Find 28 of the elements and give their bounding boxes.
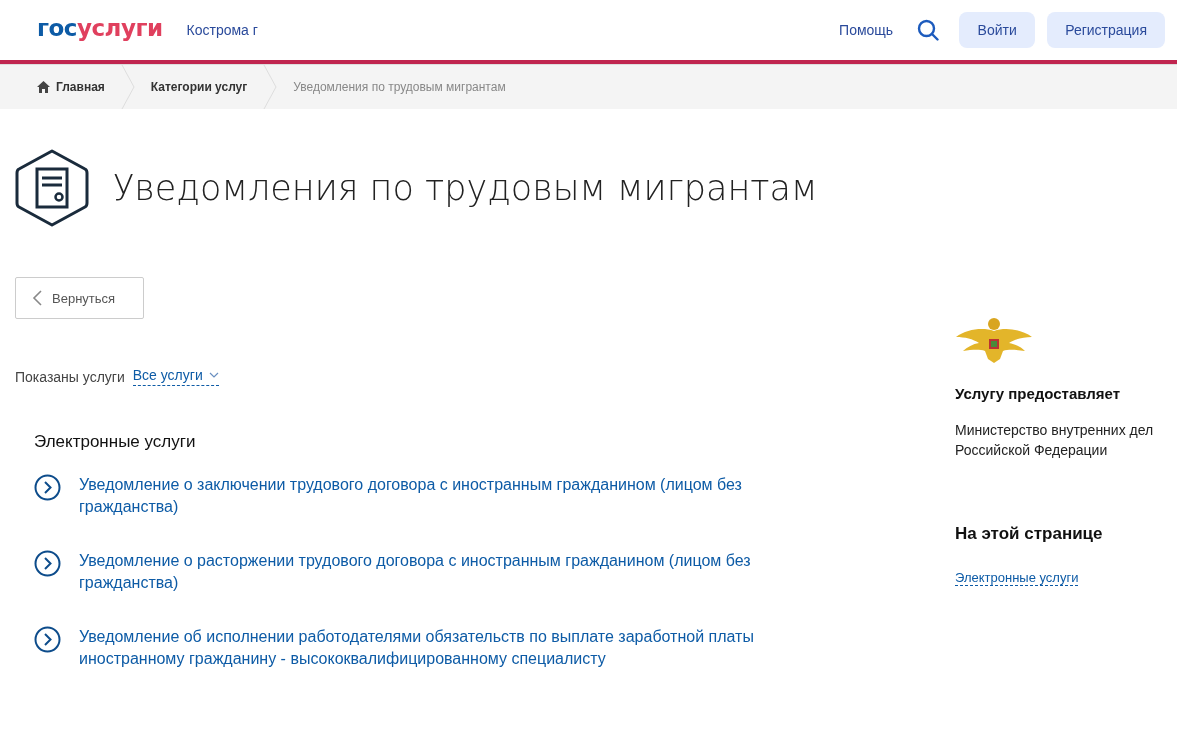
service-link[interactable]: Уведомление о заключении трудового договора с иностранным гражданином (лицом без гражданства) (79, 474, 819, 518)
breadcrumb-current: Уведомления по трудовым мигрантам (293, 80, 506, 94)
login-button[interactable]: Войти (959, 12, 1036, 48)
page-title: Уведомления по трудовым мигрантам (113, 168, 818, 208)
chevron-left-icon (32, 290, 42, 306)
home-icon (37, 81, 50, 93)
arrow-circle-icon[interactable] (34, 474, 61, 501)
breadcrumb-link[interactable]: Главная (56, 80, 105, 94)
provider-name: Министерство внутренних дел Российской Федерации (955, 421, 1155, 460)
breadcrumb-link[interactable]: Категории услуг (150, 80, 248, 94)
arrow-circle-icon[interactable] (34, 550, 61, 577)
filter-label: Показаны услуги (15, 368, 125, 385)
document-icon (15, 149, 89, 227)
service-link[interactable]: Уведомление о расторжении трудового договора с иностранным гражданином (лицом без гражданства) (79, 550, 819, 594)
search-icon[interactable] (917, 19, 940, 41)
help-link[interactable]: Помощь (839, 22, 894, 38)
provider-heading: Услугу предоставляет (955, 385, 1122, 402)
back-button[interactable]: Вернуться (15, 277, 144, 319)
city-link[interactable]: Кострома г (186, 22, 258, 38)
section-heading: Электронные услуги (34, 432, 197, 452)
filter-dropdown[interactable]: Все услуги (132, 367, 219, 386)
site-logo[interactable]: госуслуги (37, 15, 163, 41)
toc-heading: На этой странице (955, 524, 1104, 544)
service-link[interactable]: Уведомление об исполнении работодателями обязательств по выплате заработной платы иностранному гражданину - высококвалифицированному специалисту (79, 626, 819, 670)
arrow-circle-icon[interactable] (34, 626, 61, 653)
toc-link[interactable]: Электронные услуги (955, 570, 1079, 586)
caret-down-icon (208, 372, 219, 378)
register-button[interactable]: Регистрация (1047, 12, 1165, 48)
